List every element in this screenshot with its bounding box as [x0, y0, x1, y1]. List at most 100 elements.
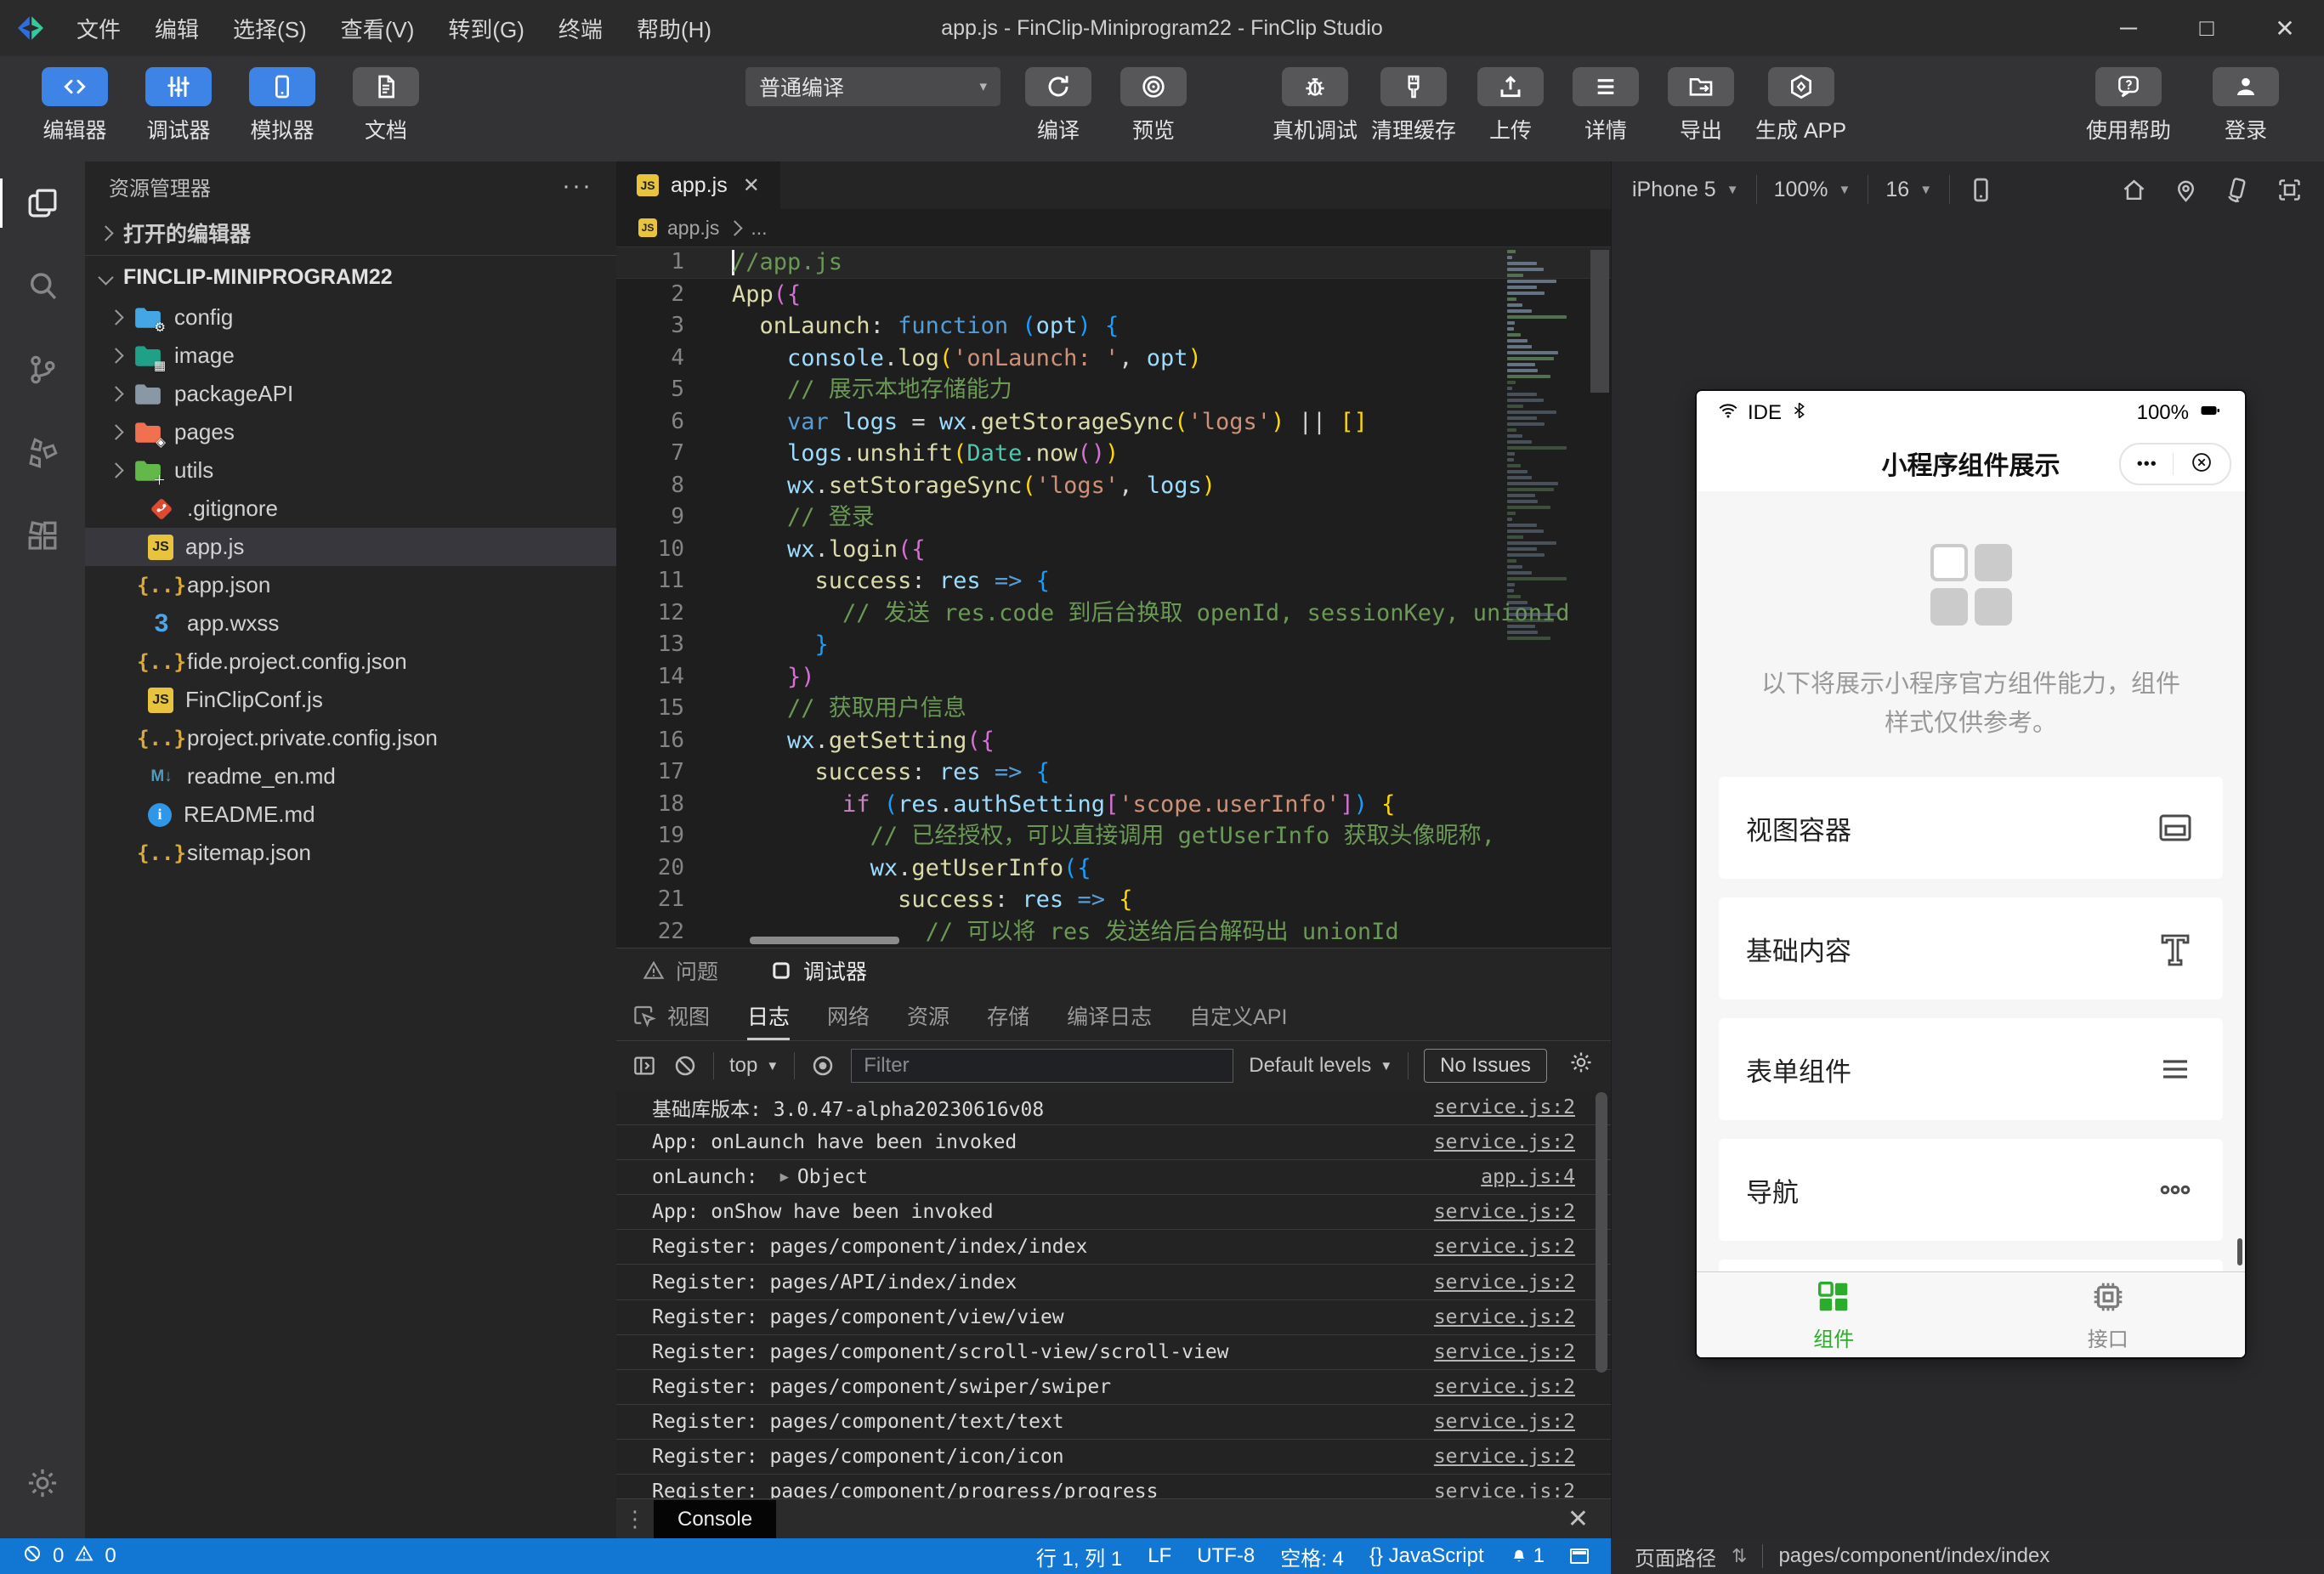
source-link[interactable]: app.js:4 — [1481, 1166, 1575, 1188]
close-panel-icon[interactable]: ✕ — [1567, 1504, 1589, 1534]
status-item-2[interactable]: UTF-8 — [1197, 1544, 1255, 1568]
code-line[interactable]: 17 success: res => { — [616, 756, 1611, 789]
errors-count[interactable]: 0 — [53, 1544, 64, 1568]
location-icon[interactable] — [2172, 176, 2200, 204]
source-link[interactable]: service.js:2 — [1434, 1271, 1575, 1294]
editor-vertical-scrollbar[interactable] — [1590, 246, 1609, 948]
phone-tab-1[interactable]: 接口 — [1971, 1272, 2246, 1357]
far-button-1[interactable]: 登录 — [2205, 67, 2287, 144]
code-line[interactable]: 8 wx.setStorageSync('logs', logs) — [616, 470, 1611, 502]
console-log-row[interactable]: Register: pages/component/swiper/swiper s… — [616, 1370, 1611, 1405]
tab-app-js[interactable]: JS app.js ✕ — [616, 161, 780, 209]
capsule-menu[interactable]: ••• — [2119, 443, 2231, 485]
code-line[interactable]: 7 logs.unshift(Date.now()) — [616, 438, 1611, 470]
context-select[interactable]: top ▼ — [729, 1054, 779, 1078]
tree-folder-utils[interactable]: ＋ utils — [85, 451, 616, 490]
console-log-row[interactable]: onLaunch: ▶ Object app.js:4 — [616, 1160, 1611, 1196]
code-line[interactable]: 12 // 发送 res.code 到后台换取 openId, sessionK… — [616, 597, 1611, 630]
status-item-1[interactable]: LF — [1148, 1544, 1171, 1568]
warnings-icon[interactable] — [74, 1543, 94, 1570]
component-card-0[interactable]: 视图容器 — [1719, 777, 2223, 879]
more-icon[interactable]: ••• — [2137, 455, 2157, 474]
devtools-tab-2[interactable]: 网络 — [827, 993, 870, 1040]
console-scrollbar[interactable] — [1592, 1090, 1611, 1499]
errors-icon[interactable] — [22, 1543, 43, 1570]
toolbar-button-1[interactable]: 调试器 — [138, 67, 219, 144]
panel-tab-1[interactable]: 调试器 — [769, 955, 867, 986]
tree-file-app.wxss[interactable]: 3 app.wxss — [85, 604, 616, 643]
panel-tab-0[interactable]: 问题 — [642, 955, 718, 986]
minimize-button[interactable]: ─ — [2089, 0, 2168, 56]
activity-gear-icon[interactable] — [0, 1441, 85, 1525]
zoom-select[interactable]: 100% ▼ — [1774, 178, 1851, 202]
source-link[interactable]: service.js:2 — [1434, 1446, 1575, 1468]
close-button[interactable]: ✕ — [2246, 0, 2324, 56]
close-circle-icon[interactable] — [2190, 450, 2213, 478]
component-card-1[interactable]: 基础内容 — [1719, 897, 2223, 999]
open-editors-section[interactable]: 打开的编辑器 — [85, 211, 616, 256]
status-item-3[interactable]: 空格: 4 — [1280, 1542, 1344, 1571]
action-button-4[interactable]: 导出 — [1660, 67, 1742, 144]
devtools-tab-1[interactable]: 日志 — [747, 993, 791, 1040]
code-line[interactable]: 4 console.log('onLaunch: ', opt) — [616, 343, 1611, 375]
menu-item-0[interactable]: 文件 — [60, 6, 138, 51]
tree-file-fide.project.config.json[interactable]: {..} fide.project.config.json — [85, 643, 616, 681]
console-log-row[interactable]: App: onShow have been invoked service.js:… — [616, 1195, 1611, 1231]
action-button-5[interactable]: 生成 APP — [1755, 67, 1846, 144]
home-icon[interactable] — [2120, 176, 2148, 204]
console-log-row[interactable]: Register: pages/API/index/index service.j… — [616, 1265, 1611, 1300]
source-link[interactable]: service.js:2 — [1434, 1131, 1575, 1153]
component-card-4[interactable] — [1719, 1260, 2223, 1272]
far-button-0[interactable]: 使用帮助 — [2086, 67, 2171, 144]
tree-file-app.js[interactable]: JS app.js — [85, 528, 616, 566]
source-link[interactable]: service.js:2 — [1434, 1341, 1575, 1363]
close-tab-icon[interactable]: ✕ — [743, 173, 760, 198]
code-area[interactable]: 1//app.js 2 App({3 onLaunch: function (opt… — [616, 246, 1611, 948]
phone-tab-0[interactable]: 组件 — [1697, 1272, 1971, 1357]
console-log-row[interactable]: App: onLaunch have been invoked service.j… — [616, 1125, 1611, 1161]
status-item-0[interactable]: 行 1, 列 1 — [1036, 1542, 1122, 1571]
tree-folder-pages[interactable]: ◈ pages — [85, 413, 616, 451]
tree-folder-config[interactable]: ⚙ config — [85, 298, 616, 337]
console-log-row[interactable]: Register: pages/component/progress/progr… — [616, 1475, 1611, 1499]
code-line[interactable]: 16 wx.getSetting({ — [616, 725, 1611, 757]
menu-item-1[interactable]: 编辑 — [138, 6, 216, 51]
tree-folder-packageAPI[interactable]: packageAPI — [85, 375, 616, 413]
tree-file-FinClipConf.js[interactable]: JS FinClipConf.js — [85, 681, 616, 719]
activity-files-icon[interactable] — [0, 161, 85, 245]
device-frame-icon[interactable] — [1967, 176, 1995, 204]
code-line[interactable]: 11 success: res => { — [616, 565, 1611, 597]
filter-input[interactable] — [851, 1049, 1234, 1083]
activity-git-icon[interactable] — [0, 328, 85, 411]
console-log-row[interactable]: Register: pages/component/text/text servi… — [616, 1405, 1611, 1440]
tree-file-.gitignore[interactable]: .gitignore — [85, 490, 616, 528]
devtools-tab-3[interactable]: 资源 — [907, 993, 949, 1040]
source-link[interactable]: service.js:2 — [1434, 1411, 1575, 1433]
source-link[interactable]: service.js:2 — [1434, 1236, 1575, 1258]
expand-icon[interactable]: ▶ — [780, 1169, 789, 1186]
code-line[interactable]: 10 wx.login({ — [616, 534, 1611, 566]
project-root-folder[interactable]: FINCLIP-MINIPROGRAM22 — [85, 256, 616, 298]
activity-extensions-icon[interactable] — [0, 495, 85, 578]
source-link[interactable]: service.js:2 — [1434, 1096, 1575, 1118]
compile-button-0[interactable]: 编译 — [1017, 67, 1099, 144]
tree-file-README.md[interactable]: i README.md — [85, 795, 616, 834]
devtools-tab-5[interactable]: 编译日志 — [1067, 993, 1152, 1040]
toolbar-button-2[interactable]: 模拟器 — [241, 67, 323, 144]
action-button-3[interactable]: 详情 — [1565, 67, 1647, 144]
compile-button-1[interactable]: 预览 — [1113, 67, 1194, 144]
layout-icon[interactable] — [1570, 1549, 1589, 1564]
source-link[interactable]: service.js:2 — [1434, 1481, 1575, 1499]
clear-console-icon[interactable] — [672, 1053, 698, 1079]
menu-item-2[interactable]: 选择(S) — [216, 6, 324, 51]
menu-item-4[interactable]: 转到(G) — [431, 6, 541, 51]
warnings-count[interactable]: 0 — [105, 1544, 116, 1568]
toolbar-button-3[interactable]: 文档 — [345, 67, 427, 144]
console-log-row[interactable]: Register: pages/component/view/view servi… — [616, 1300, 1611, 1335]
console-log-row[interactable]: Register: pages/component/index/index ser… — [616, 1230, 1611, 1265]
compile-mode-select[interactable]: 普通编译 ▾ — [745, 67, 1000, 106]
no-issues-button[interactable]: No Issues — [1424, 1049, 1547, 1083]
rotate-icon[interactable] — [2224, 176, 2252, 204]
device-select[interactable]: iPhone 5 ▼ — [1632, 178, 1739, 202]
menu-item-5[interactable]: 终端 — [541, 6, 620, 51]
